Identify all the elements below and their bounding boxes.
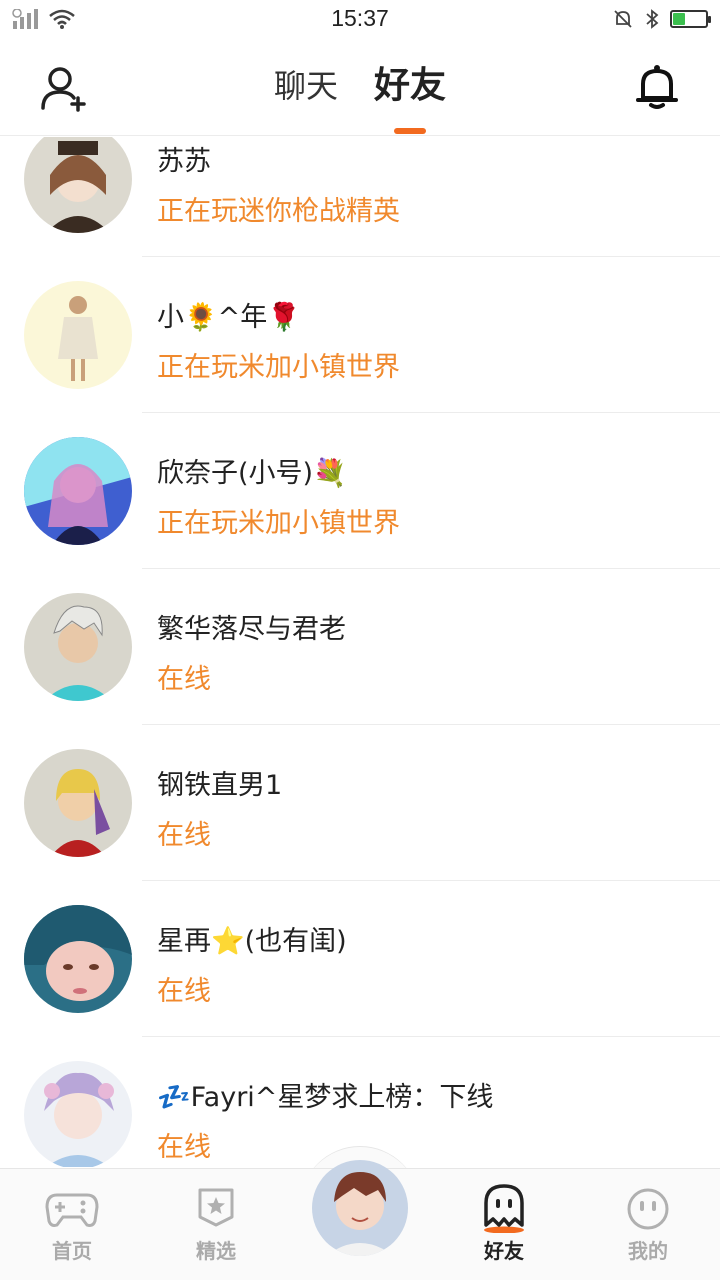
friend-avatar[interactable]	[24, 1061, 132, 1167]
status-bar: 15:37	[0, 0, 720, 38]
friend-name: 💤Fayri^星梦求上榜：下线	[157, 1082, 494, 1113]
friend-avatar[interactable]	[24, 437, 132, 545]
friend-row[interactable]: 繁华落尽与君老 在线	[0, 569, 720, 725]
friend-avatar[interactable]	[24, 137, 132, 233]
center-avatar-button[interactable]	[312, 1160, 408, 1256]
friend-status: 在线	[157, 664, 211, 695]
friend-row[interactable]: 小🌻^年🌹 正在玩米加小镇世界	[0, 257, 720, 413]
friend-status: 正在玩米加小镇世界	[157, 352, 400, 383]
friend-row[interactable]: 欣奈子(小号)💐 正在玩米加小镇世界	[0, 413, 720, 569]
nav-friends-label: 好友	[484, 1239, 524, 1263]
friend-row[interactable]: 钢铁直男1 在线	[0, 725, 720, 881]
nav-friends[interactable]: 好友	[432, 1169, 576, 1280]
friend-list[interactable]: 苏苏 正在玩迷你枪战精英 小🌻^年🌹 正在玩米加小镇世界 欣奈子(小号)💐 正在…	[0, 137, 720, 1167]
friend-status: 在线	[157, 820, 211, 851]
nav-me[interactable]: 我的	[576, 1169, 720, 1280]
friend-name: 苏苏	[157, 146, 211, 177]
friend-name: 星再⭐(也有闺)	[157, 926, 347, 957]
friend-name: 繁华落尽与君老	[157, 614, 346, 645]
friend-avatar[interactable]	[24, 281, 132, 389]
tab-chat[interactable]: 聊天	[274, 64, 338, 108]
friend-status: 正在玩米加小镇世界	[157, 508, 400, 539]
bell-icon	[636, 65, 678, 109]
gamepad-icon	[45, 1193, 99, 1227]
battery-level	[673, 13, 685, 25]
friend-avatar[interactable]	[24, 749, 132, 857]
friend-name: 钢铁直男1	[157, 770, 283, 801]
nav-home[interactable]: 首页	[0, 1169, 144, 1280]
tab-bar: 聊天 好友	[0, 64, 720, 134]
friend-status: 在线	[157, 1132, 211, 1163]
header: 聊天 好友	[0, 38, 720, 136]
friend-name: 欣奈子(小号)💐	[157, 458, 347, 489]
tab-friends[interactable]: 好友	[374, 64, 447, 134]
friend-avatar[interactable]	[24, 905, 132, 1013]
friend-row[interactable]: 星再⭐(也有闺) 在线	[0, 881, 720, 1037]
status-right	[612, 8, 711, 30]
tab-active-indicator	[394, 128, 426, 134]
star-badge-icon	[198, 1188, 234, 1227]
nav-me-label: 我的	[628, 1239, 668, 1263]
friend-avatar[interactable]	[24, 593, 132, 701]
nav-featured[interactable]: 精选	[144, 1169, 288, 1280]
bluetooth-icon	[646, 9, 659, 29]
face-icon	[627, 1188, 669, 1230]
user-avatar	[312, 1160, 408, 1256]
ghost-icon	[484, 1184, 524, 1233]
friend-name: 小🌻^年🌹	[157, 302, 301, 333]
nav-featured-label: 精选	[196, 1239, 236, 1263]
friend-row[interactable]: 苏苏 正在玩迷你枪战精英	[0, 137, 720, 257]
friend-status: 正在玩迷你枪战精英	[157, 196, 400, 227]
tab-friends-label: 好友	[374, 65, 447, 106]
bell-muted-icon	[614, 10, 632, 28]
friend-status: 在线	[157, 976, 211, 1007]
nav-home-label: 首页	[52, 1239, 92, 1263]
notifications-button[interactable]	[636, 64, 678, 110]
battery-icon	[670, 10, 711, 28]
tab-chat-label: 聊天	[273, 67, 338, 105]
